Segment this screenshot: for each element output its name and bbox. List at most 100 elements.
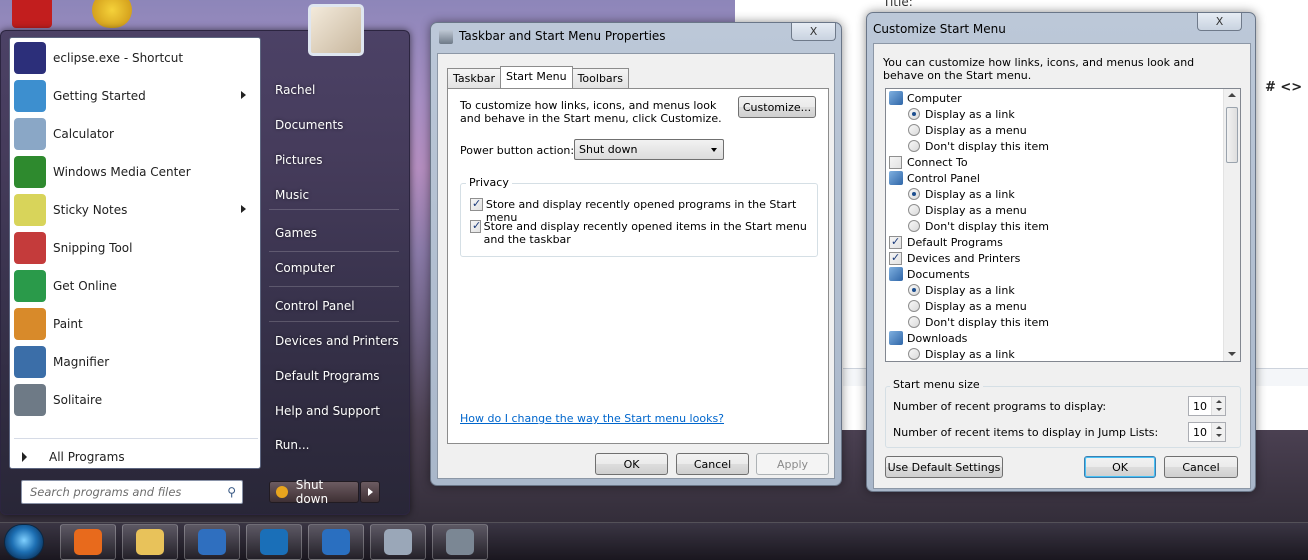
tab-start-menu[interactable]: Start Menu	[500, 66, 573, 88]
start-menu-link[interactable]: Documents	[275, 118, 343, 132]
tab-taskbar[interactable]: Taskbar	[447, 68, 501, 88]
taskbar-button[interactable]	[370, 524, 426, 560]
start-menu-item[interactable]: Calculator	[14, 116, 258, 152]
option-radio[interactable]: Display as a menu	[908, 298, 1027, 314]
taskbar-button[interactable]	[122, 524, 178, 560]
expand-arrow-icon	[22, 452, 27, 462]
start-menu-item[interactable]: Getting Started	[14, 78, 258, 114]
option-radio[interactable]: Display as a menu	[908, 122, 1027, 138]
help-link[interactable]: How do I change the way the Start menu l…	[460, 412, 724, 425]
start-menu-link[interactable]: Run...	[275, 438, 309, 452]
start-menu-link[interactable]: Control Panel	[275, 299, 355, 313]
start-menu-link[interactable]: Default Programs	[275, 369, 380, 383]
taskbar-button[interactable]	[60, 524, 116, 560]
power-button-select[interactable]: Shut down	[574, 139, 724, 160]
taskbar-button[interactable]	[184, 524, 240, 560]
option-group-header[interactable]: Computer	[889, 90, 962, 106]
hp-icon	[260, 529, 288, 555]
jump-list-spinner[interactable]: 10	[1188, 422, 1226, 442]
option-group-header[interactable]: Control Panel	[889, 170, 980, 186]
checkbox[interactable]	[470, 219, 481, 233]
radio-button[interactable]	[908, 348, 920, 360]
start-menu-link[interactable]: Games	[275, 226, 317, 240]
cancel-button[interactable]: Cancel	[676, 453, 749, 475]
radio-button[interactable]	[908, 140, 920, 152]
start-menu-link[interactable]: Devices and Printers	[275, 334, 399, 348]
ok-button[interactable]: OK	[1084, 456, 1156, 478]
scroll-up-icon[interactable]	[1228, 93, 1236, 97]
option-radio[interactable]: Display as a link	[908, 106, 1015, 122]
checkbox[interactable]	[889, 235, 902, 249]
option-radio[interactable]: Don't display this item	[908, 138, 1049, 154]
apply-button[interactable]: Apply	[756, 453, 829, 475]
start-menu-item[interactable]: eclipse.exe - Shortcut	[14, 40, 258, 76]
cancel-button[interactable]: Cancel	[1164, 456, 1238, 478]
radio-button[interactable]	[908, 204, 920, 216]
close-button[interactable]: X	[791, 23, 836, 41]
all-programs-button[interactable]: All Programs	[14, 446, 258, 468]
start-menu-item[interactable]: Paint	[14, 306, 258, 342]
recent-programs-spinner[interactable]: 10	[1188, 396, 1226, 416]
radio-button[interactable]	[908, 124, 920, 136]
spinner-arrows-icon[interactable]	[1211, 397, 1225, 415]
option-radio[interactable]: Don't display this item	[908, 314, 1049, 330]
start-menu-item[interactable]: Get Online	[14, 268, 258, 304]
taskbar-button[interactable]	[246, 524, 302, 560]
shutdown-options-button[interactable]	[360, 481, 380, 503]
start-menu-item[interactable]: Magnifier	[14, 344, 258, 380]
start-menu-options-list[interactable]: Computer Display as a link Display as a me…	[885, 88, 1241, 362]
acrobat-desktop-icon[interactable]	[12, 0, 52, 28]
start-menu-link[interactable]: Pictures	[275, 153, 323, 167]
checkbox[interactable]	[889, 155, 902, 169]
taskbar-button[interactable]	[308, 524, 364, 560]
customize-button[interactable]: Customize...	[738, 96, 816, 118]
editor-toolbar-symbols[interactable]: # <>	[1265, 80, 1302, 95]
option-group-header[interactable]: Downloads	[889, 330, 967, 346]
search-programs-input[interactable]: Search programs and files ⚲	[21, 480, 243, 504]
taskbar-button[interactable]	[432, 524, 488, 560]
scroll-down-icon[interactable]	[1228, 352, 1236, 356]
editor-title-label: Title:	[883, 0, 913, 9]
start-menu-item-label: Magnifier	[53, 355, 110, 369]
radio-button[interactable]	[908, 300, 920, 312]
start-menu-item[interactable]: Sticky Notes	[14, 192, 258, 228]
tab-toolbars[interactable]: Toolbars	[571, 68, 629, 88]
start-menu-link[interactable]: Music	[275, 188, 309, 202]
start-menu-item[interactable]: Windows Media Center	[14, 154, 258, 190]
list-scrollbar[interactable]	[1223, 89, 1240, 361]
close-button[interactable]: X	[1197, 13, 1242, 31]
search-icon[interactable]: ⚲	[227, 485, 236, 499]
scroll-thumb[interactable]	[1226, 107, 1238, 163]
option-radio[interactable]: Display as a link	[908, 346, 1015, 361]
privacy-option-items[interactable]: Store and display recently opened items …	[470, 219, 810, 246]
start-menu-right-separator	[269, 209, 399, 210]
globe-desktop-icon[interactable]	[92, 0, 132, 28]
option-checkbox[interactable]: Default Programs	[889, 234, 1003, 250]
start-menu-link[interactable]: Rachel	[275, 83, 315, 97]
taskbar-settings-icon	[439, 30, 453, 44]
checkbox[interactable]	[470, 197, 483, 211]
option-checkbox[interactable]: Connect To	[889, 154, 968, 170]
start-menu-item[interactable]: Solitaire	[14, 382, 258, 418]
radio-button[interactable]	[908, 220, 920, 232]
option-checkbox[interactable]: Devices and Printers	[889, 250, 1020, 266]
radio-button[interactable]	[908, 188, 920, 200]
option-radio[interactable]: Don't display this item	[908, 218, 1049, 234]
start-button[interactable]	[4, 524, 44, 560]
use-default-settings-button[interactable]: Use Default Settings	[885, 456, 1003, 478]
shutdown-button[interactable]: Shut down	[269, 478, 359, 506]
checkbox[interactable]	[889, 251, 902, 265]
start-menu-link[interactable]: Help and Support	[275, 404, 380, 418]
option-radio[interactable]: Display as a link	[908, 282, 1015, 298]
radio-button[interactable]	[908, 108, 920, 120]
option-radio[interactable]: Display as a link	[908, 186, 1015, 202]
start-menu-link[interactable]: Computer	[275, 261, 335, 275]
option-radio[interactable]: Display as a menu	[908, 202, 1027, 218]
user-avatar[interactable]	[308, 4, 364, 56]
spinner-arrows-icon[interactable]	[1211, 423, 1225, 441]
radio-button[interactable]	[908, 316, 920, 328]
ok-button[interactable]: OK	[595, 453, 668, 475]
start-menu-item[interactable]: Snipping Tool	[14, 230, 258, 266]
radio-button[interactable]	[908, 284, 920, 296]
option-group-header[interactable]: Documents	[889, 266, 970, 282]
